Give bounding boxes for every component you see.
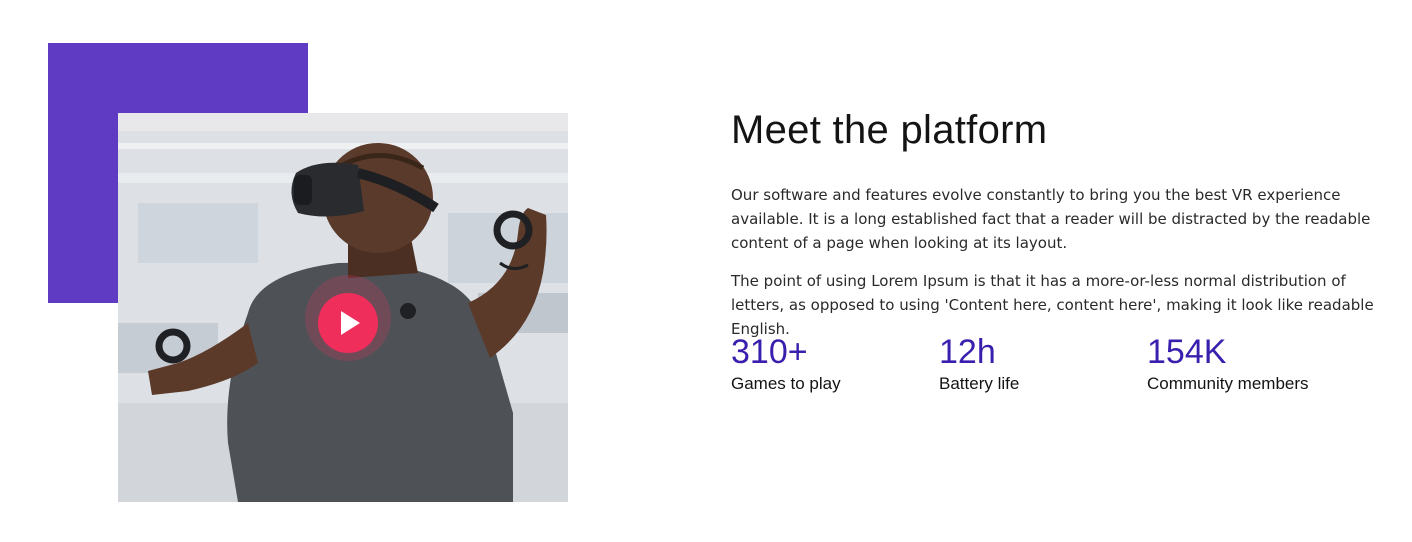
platform-section: Meet the platform Our software and featu… [731,108,1381,341]
play-icon [341,311,360,335]
stat-label: Battery life [939,374,1020,393]
section-paragraph-1: Our software and features evolve constan… [731,186,1371,252]
stat-label: Community members [1147,374,1309,393]
vr-user-video-thumbnail[interactable] [118,113,568,502]
section-paragraph-2: The point of using Lorem Ipsum is that i… [731,272,1374,338]
stat-battery: 12h Battery life [939,333,1019,395]
section-title: Meet the platform [731,108,1048,152]
stat-value: 12h [939,333,996,371]
stat-value: 310+ [731,333,808,371]
stats-row: 310+ Games to play 12h Battery life 154K… [731,333,1351,403]
stat-label: Games to play [731,374,841,393]
stat-value: 154K [1147,333,1227,371]
stat-games: 310+ Games to play [731,333,841,395]
stat-community: 154K Community members [1147,333,1309,395]
play-video-button[interactable] [318,293,378,353]
